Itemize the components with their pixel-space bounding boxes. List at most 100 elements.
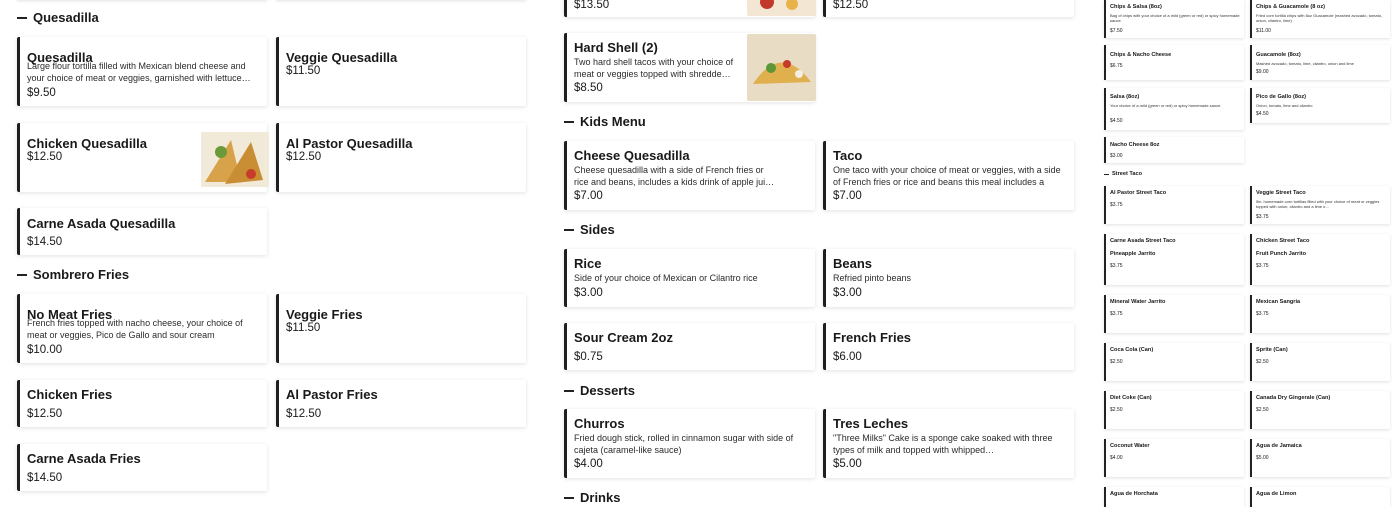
- menu-item-al-pastor-quesadilla[interactable]: Al Pastor Quesadilla $12.50: [276, 123, 526, 192]
- menu-item-chicken-quesadilla[interactable]: Chicken Quesadilla $12.50: [17, 123, 269, 192]
- item-description: 5in. homemade corn tortillas filled with…: [1256, 199, 1380, 209]
- mini-item-coconut-water[interactable]: Coconut Water $4.00: [1104, 439, 1244, 477]
- section-title: Street Taco: [1112, 171, 1143, 177]
- menu-item-no-meat-fries[interactable]: No Meat Fries French fries topped with n…: [17, 294, 267, 363]
- item-price: $6.00: [833, 351, 862, 363]
- menu-item-churros[interactable]: Churros Fried dough stick, rolled in cin…: [564, 409, 815, 478]
- mini-item-veggie-street-taco[interactable]: Veggie Street Taco 5in. homemade corn to…: [1250, 186, 1390, 224]
- mini-item-agua-de-jamaica[interactable]: Agua de Jamaica $5.00: [1250, 439, 1390, 477]
- mini-item-chips-salsa[interactable]: Chips & Salsa (8oz) Bag of chips with yo…: [1104, 0, 1244, 38]
- menu-item-sour-cream[interactable]: Sour Cream 2oz $0.75: [564, 323, 815, 370]
- menu-item-tres-leches[interactable]: Tres Leches "Three Milks" Cake is a spon…: [823, 409, 1074, 478]
- section-title: Drinks: [580, 490, 621, 505]
- item-name: Agua de Limon: [1256, 491, 1297, 497]
- section-title: Sides: [580, 222, 615, 237]
- mini-item-chips-nacho[interactable]: Chips & Nacho Cheese $6.75: [1104, 45, 1244, 80]
- item-name: Guacamole (8oz): [1256, 52, 1301, 58]
- collapse-icon: [564, 228, 574, 231]
- mini-item-pico-de-gallo[interactable]: Pico de Gallo (8oz) Onion, tomato, lime …: [1250, 88, 1390, 123]
- item-price: $12.50: [27, 408, 63, 420]
- mini-item-guacamole[interactable]: Guacamole (8oz) Mashed avocado, tomato, …: [1250, 45, 1390, 80]
- item-price: $3.75: [1256, 214, 1269, 220]
- section-header-sombrero-fries[interactable]: Sombrero Fries: [17, 267, 129, 282]
- section-header-drinks[interactable]: Drinks: [564, 490, 620, 505]
- menu-item-top-left[interactable]: $13.50: [564, 0, 816, 17]
- item-photo: [201, 132, 269, 187]
- item-price: $12.50: [286, 151, 322, 163]
- collapse-icon: [564, 120, 574, 123]
- item-name: Hard Shell (2): [574, 40, 658, 55]
- item-description: Cheese quesadilla with a side of French …: [574, 165, 775, 187]
- item-name: Carne Asada Street Taco: [1110, 238, 1176, 244]
- item-price: $2.50: [1110, 359, 1123, 365]
- mini-item-salsa[interactable]: Salsa (8oz) Your choice of a mild (green…: [1104, 88, 1244, 130]
- item-price: $13.50: [574, 0, 610, 11]
- mini-item-mineral-water[interactable]: Mineral Water Jarrito $3.75: [1104, 295, 1244, 333]
- item-price: $11.50: [286, 322, 321, 334]
- mini-item-chicken-street-taco[interactable]: Chicken Street Taco Fruit Punch Jarrito …: [1250, 234, 1390, 285]
- menu-item-taco[interactable]: Taco One taco with your choice of meat o…: [823, 141, 1074, 210]
- item-price: $3.75: [1110, 263, 1123, 269]
- menu-item-veggie-quesadilla[interactable]: Veggie Quesadilla $11.50: [276, 37, 526, 106]
- mini-item-mexican-sangria[interactable]: Mexican Sangria $3.75: [1250, 295, 1390, 333]
- item-price: $3.75: [1256, 263, 1269, 269]
- menu-item-carne-asada-quesadilla[interactable]: Carne Asada Quesadilla $14.50: [17, 208, 267, 255]
- mini-item-canada-dry[interactable]: Canada Dry Gingerale (Can) $2.50: [1250, 391, 1390, 429]
- menu-item-top-right[interactable]: $12.50: [823, 0, 1074, 17]
- item-description: Large flour tortilla filled with Mexican…: [27, 61, 251, 83]
- quesadilla-photo-icon: [201, 132, 269, 187]
- mini-item-agua-de-horchata[interactable]: Agua de Horchata: [1104, 487, 1244, 507]
- collapse-icon: [17, 273, 27, 276]
- item-price: $4.50: [1110, 118, 1123, 124]
- taco-photo-icon: [747, 34, 816, 101]
- mini-item-chips-guacamole[interactable]: Chips & Guacamole (8 oz) Fried corn tort…: [1250, 0, 1390, 38]
- section-header-sides[interactable]: Sides: [564, 222, 615, 237]
- menu-item-cheese-quesadilla[interactable]: Cheese Quesadilla Cheese quesadilla with…: [564, 141, 815, 210]
- item-name: Sprite (Can): [1256, 347, 1288, 353]
- item-name: Cheese Quesadilla: [574, 148, 690, 163]
- item-description: Your choice of a mild (green or red) or …: [1110, 103, 1222, 108]
- item-description: One taco with your choice of meat or veg…: [833, 165, 1061, 187]
- mini-item-agua-de-limon[interactable]: Agua de Limon: [1250, 487, 1390, 507]
- item-name: Tres Leches: [833, 416, 909, 431]
- item-description: Side of your choice of Mexican or Cilant…: [574, 273, 758, 283]
- item-price: $7.00: [574, 190, 603, 202]
- menu-item-chicken-fries[interactable]: Chicken Fries $12.50: [17, 380, 267, 427]
- item-price: $3.00: [574, 287, 603, 299]
- menu-item-quesadilla[interactable]: Quesadilla Large flour tortilla filled w…: [17, 37, 267, 106]
- item-name: Taco: [833, 148, 863, 163]
- item-name: Al Pastor Quesadilla: [286, 136, 413, 151]
- menu-item-french-fries[interactable]: French Fries $6.00: [823, 323, 1074, 370]
- mini-item-al-pastor-street-taco[interactable]: Al Pastor Street Taco $3.75: [1104, 186, 1244, 224]
- item-photo: [747, 34, 816, 101]
- section-header-kids-menu[interactable]: Kids Menu: [564, 114, 646, 129]
- item-price: $14.50: [27, 236, 63, 248]
- item-name: Al Pastor Fries: [286, 387, 378, 402]
- collapse-icon: [1104, 173, 1109, 175]
- mini-item-nacho-cheese[interactable]: Nacho Cheese 8oz $3.00: [1104, 137, 1244, 163]
- menu-item-hard-shell[interactable]: Hard Shell (2) Two hard shell tacos with…: [564, 33, 816, 102]
- item-price: $9.50: [27, 87, 56, 99]
- item-name: Mineral Water Jarrito: [1110, 299, 1166, 305]
- section-header-quesadilla[interactable]: Quesadilla: [17, 10, 99, 25]
- menu-item-beans[interactable]: Beans Refried pinto beans $3.00: [823, 249, 1074, 307]
- mini-section-header-street-taco[interactable]: Street Taco: [1104, 171, 1142, 177]
- item-price: $4.00: [1110, 455, 1123, 461]
- mini-item-carne-asada-street-taco[interactable]: Carne Asada Street Taco Pineapple Jarrit…: [1104, 234, 1244, 285]
- section-header-desserts[interactable]: Desserts: [564, 383, 635, 398]
- item-price: $3.00: [833, 287, 862, 299]
- menu-item-carne-asada-fries[interactable]: Carne Asada Fries $14.50: [17, 444, 267, 491]
- item-price: $3.75: [1110, 311, 1123, 317]
- menu-item-al-pastor-fries[interactable]: Al Pastor Fries $12.50: [276, 380, 526, 427]
- mini-item-diet-coke[interactable]: Diet Coke (Can) $2.50: [1104, 391, 1244, 429]
- mini-item-sprite[interactable]: Sprite (Can) $2.50: [1250, 343, 1390, 381]
- item-name: Agua de Horchata: [1110, 491, 1158, 497]
- item-name: Rice: [574, 256, 602, 271]
- section-title: Desserts: [580, 383, 635, 398]
- item-name: Pineapple Jarrito: [1110, 251, 1156, 257]
- item-name: Carne Asada Fries: [27, 451, 141, 466]
- menu-item-rice[interactable]: Rice Side of your choice of Mexican or C…: [564, 249, 815, 307]
- menu-item-veggie-fries[interactable]: Veggie Fries $11.50: [276, 294, 526, 363]
- mini-item-coca-cola[interactable]: Coca Cola (Can) $2.50: [1104, 343, 1244, 381]
- item-name: Coca Cola (Can): [1110, 347, 1154, 353]
